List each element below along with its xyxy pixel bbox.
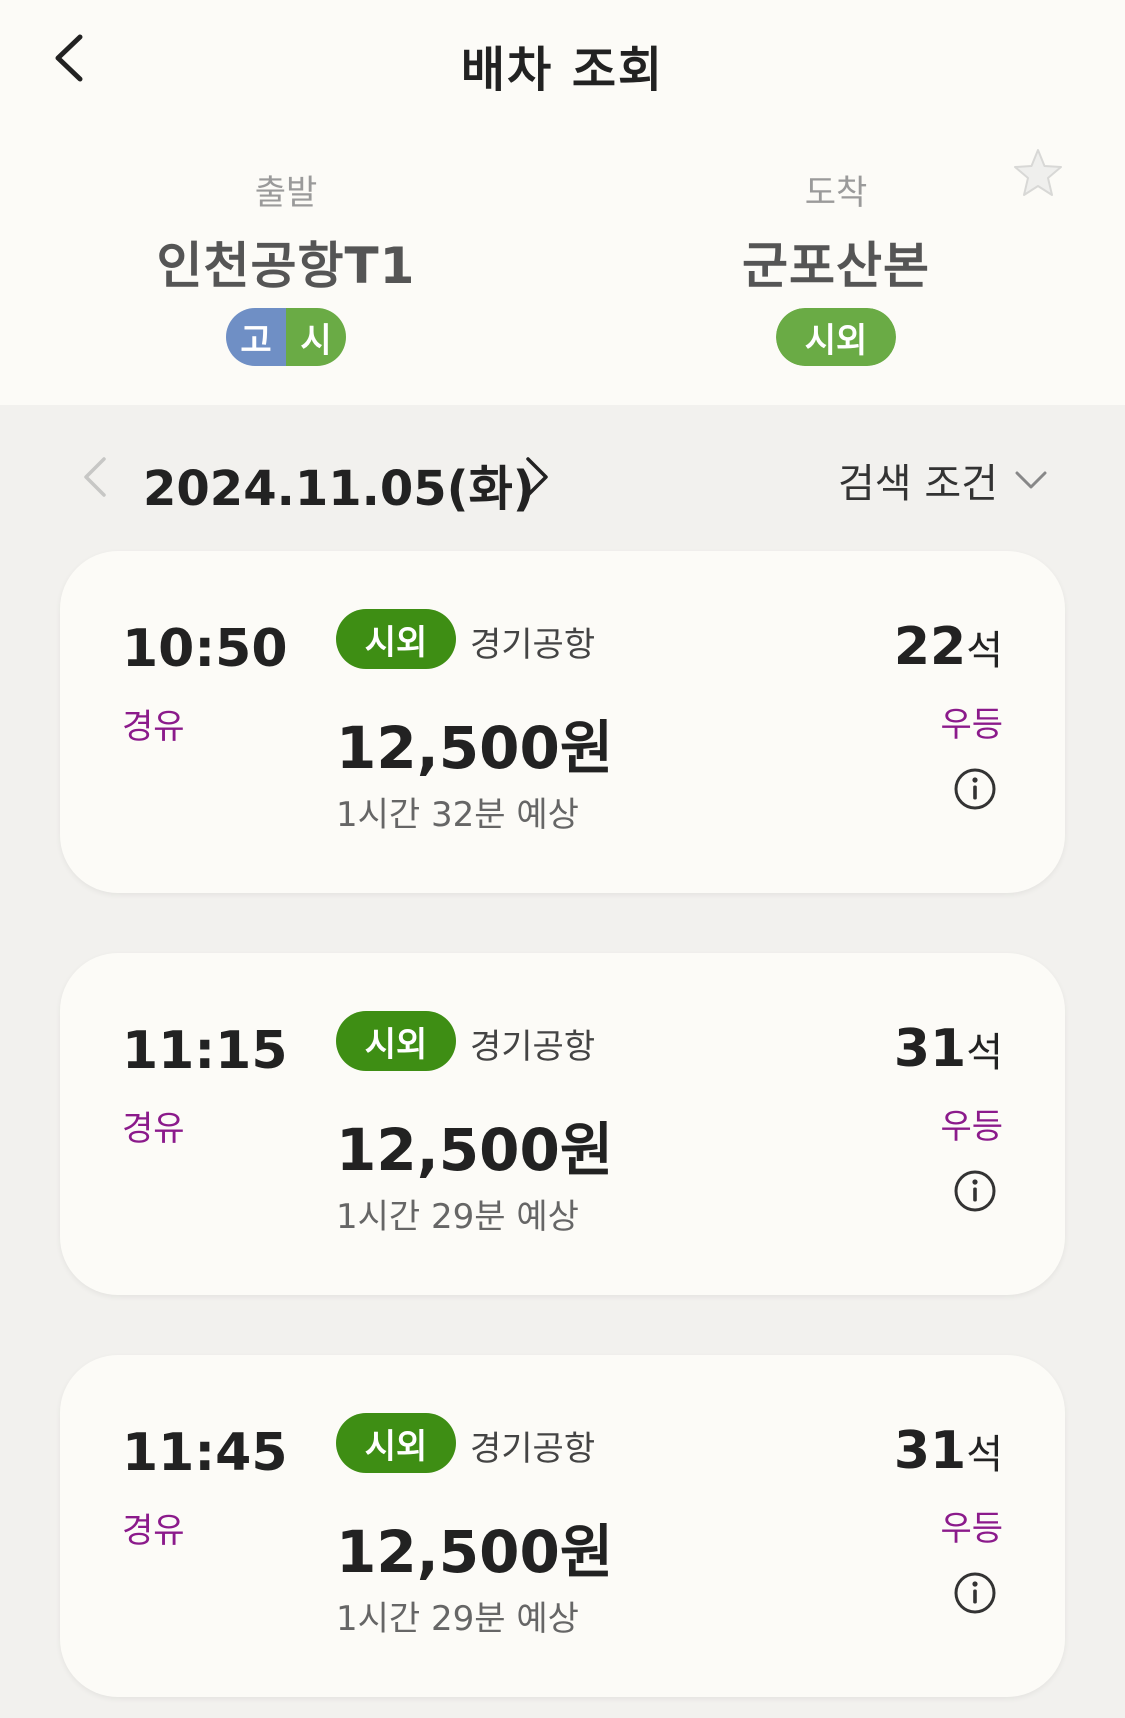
estimated-duration: 1시간 29분 예상 (336, 1197, 579, 1237)
bus-type-badge: 시외 (336, 1413, 456, 1473)
departure: 출발 인천공항T1 고 시 (106, 165, 466, 366)
favorite-button[interactable] (1010, 146, 1070, 206)
departure-caption: 출발 (254, 173, 318, 213)
arrival-name: 군포산본 (742, 237, 930, 295)
fare: 12,500원 (336, 714, 614, 782)
star-icon (1014, 149, 1062, 196)
info-icon (954, 1170, 996, 1212)
previous-date-button[interactable] (78, 455, 114, 499)
departure-name: 인천공항T1 (156, 237, 416, 295)
arrival: 도착 군포산본 시외 (656, 165, 1016, 366)
info-button[interactable] (953, 1169, 997, 1213)
header-section: 배차 조회 출발 인천공항T1 고 시 도착 군포산본 시외 (0, 0, 1125, 405)
selected-date: 2024.11.05(화) (143, 461, 535, 517)
remaining-seats: 31석 (894, 1019, 1003, 1079)
search-filter-label: 검색 조건 (838, 461, 998, 507)
bus-card[interactable]: 11:15 경유 시외 경기공항 12,500원 1시간 29분 예상 31석 … (60, 953, 1065, 1295)
seat-unit: 석 (966, 628, 1003, 674)
chevron-left-icon (84, 457, 106, 497)
company-name: 경기공항 (470, 1429, 596, 1469)
arrival-badges: 시외 (776, 308, 896, 366)
estimated-duration: 1시간 32분 예상 (336, 795, 579, 835)
info-icon (954, 768, 996, 810)
bus-grade: 우등 (940, 1509, 1003, 1549)
estimated-duration: 1시간 29분 예상 (336, 1599, 579, 1639)
seat-unit: 석 (966, 1030, 1003, 1076)
arrival-caption: 도착 (804, 173, 868, 213)
seat-unit: 석 (966, 1432, 1003, 1478)
departure-badges: 고 시 (226, 308, 346, 366)
intercity-badge: 시 (286, 308, 346, 366)
departure-time: 11:15 (122, 1021, 288, 1081)
chevron-down-icon (1015, 471, 1047, 489)
fare: 12,500원 (336, 1116, 614, 1184)
company-name: 경기공항 (470, 625, 596, 665)
fare: 12,500원 (336, 1518, 614, 1586)
express-badge: 고 (226, 308, 286, 366)
bus-card[interactable]: 11:45 경유 시외 경기공항 12,500원 1시간 29분 예상 31석 … (60, 1355, 1065, 1697)
bus-grade: 우등 (940, 1107, 1003, 1147)
date-bar: 2024.11.05(화) 검색 조건 (0, 405, 1125, 547)
remaining-seats: 22석 (894, 617, 1003, 677)
intercity-badge: 시외 (776, 308, 896, 366)
bus-type-badge: 시외 (336, 1011, 456, 1071)
page-title: 배차 조회 (460, 42, 665, 98)
info-button[interactable] (953, 767, 997, 811)
bus-type-badge: 시외 (336, 609, 456, 669)
bus-card[interactable]: 10:50 경유 시외 경기공항 12,500원 1시간 32분 예상 22석 … (60, 551, 1065, 893)
seat-count: 22 (893, 617, 967, 677)
info-button[interactable] (953, 1571, 997, 1615)
info-icon (954, 1572, 996, 1614)
bus-grade: 우등 (940, 705, 1003, 745)
seat-count: 31 (893, 1019, 967, 1079)
via-label: 경유 (122, 707, 185, 747)
bus-schedule-screen: 배차 조회 출발 인천공항T1 고 시 도착 군포산본 시외 2024.11.0… (0, 0, 1125, 1718)
remaining-seats: 31석 (894, 1421, 1003, 1481)
next-date-button[interactable] (518, 455, 554, 499)
company-name: 경기공항 (470, 1027, 596, 1067)
via-label: 경유 (122, 1511, 185, 1551)
chevron-right-icon (526, 457, 548, 497)
seat-count: 31 (893, 1421, 967, 1481)
departure-time: 10:50 (122, 619, 288, 679)
departure-time: 11:45 (122, 1423, 288, 1483)
via-label: 경유 (122, 1109, 185, 1149)
search-filter-button[interactable]: 검색 조건 (838, 451, 1048, 509)
